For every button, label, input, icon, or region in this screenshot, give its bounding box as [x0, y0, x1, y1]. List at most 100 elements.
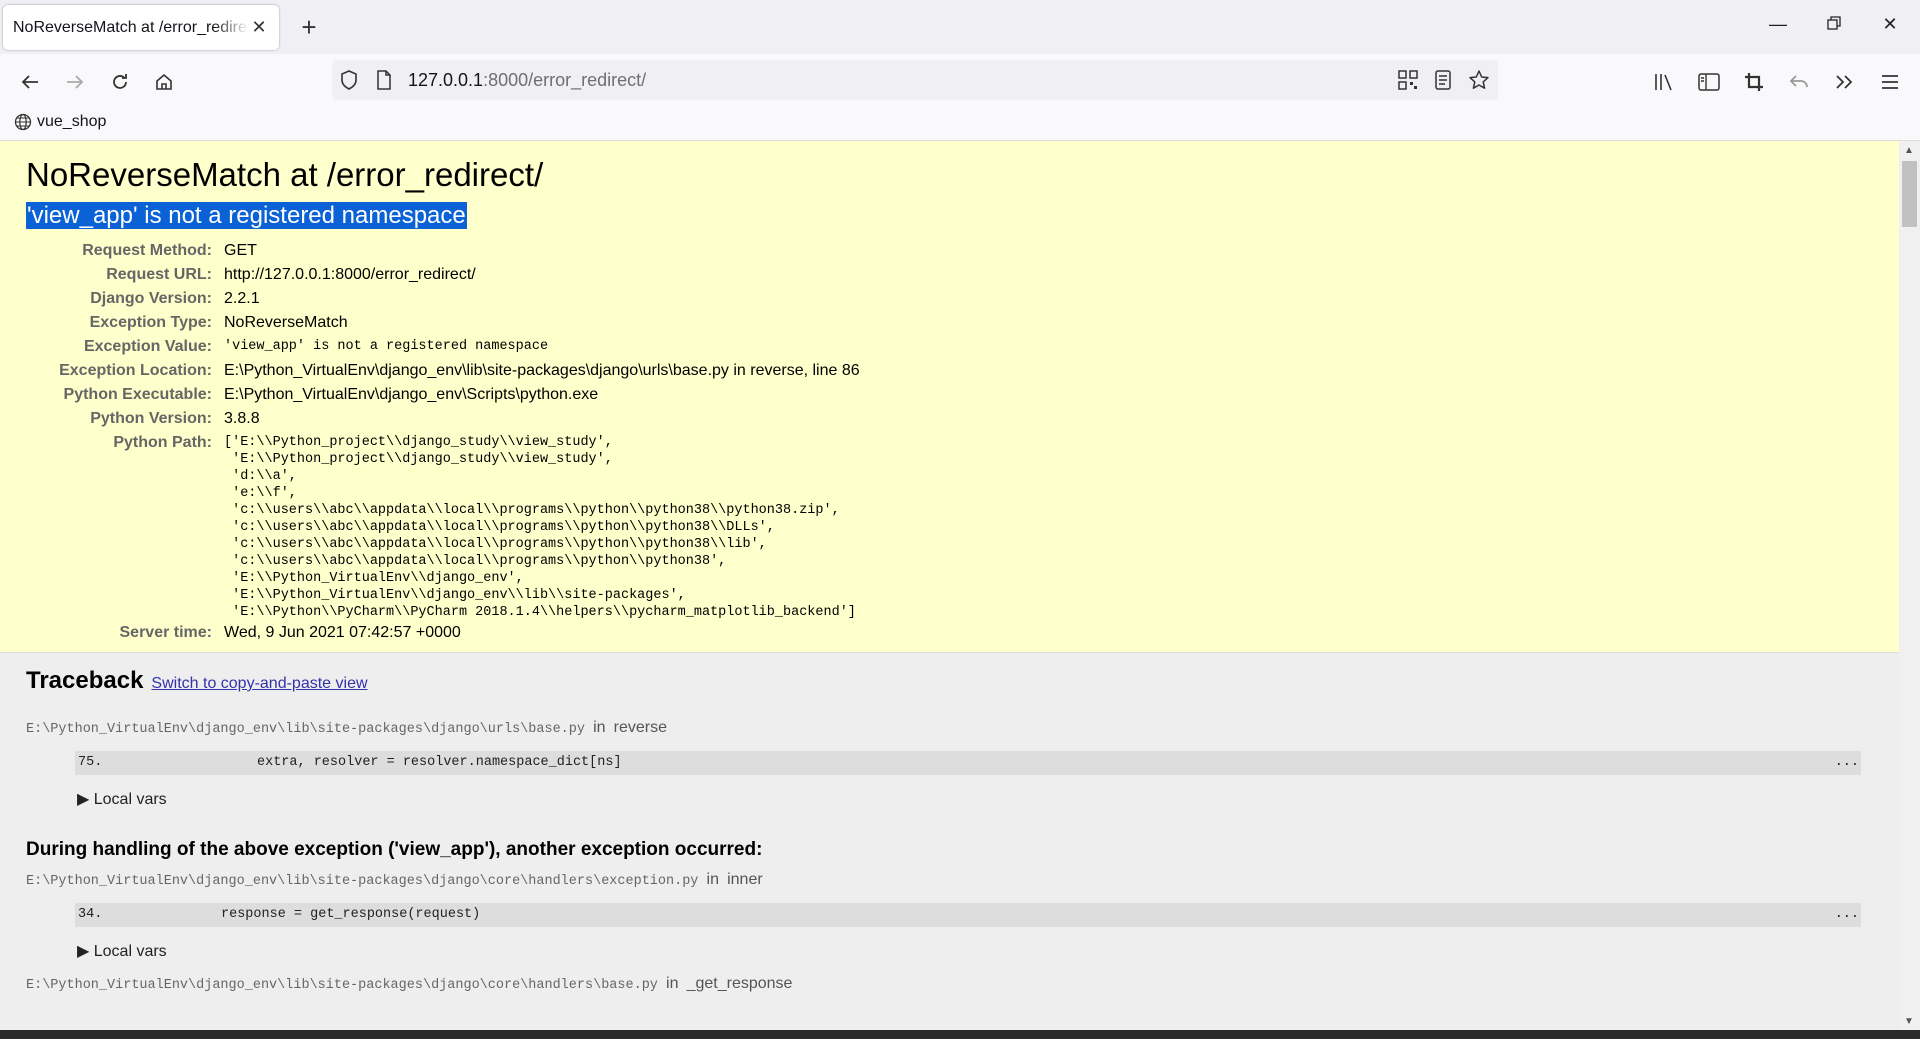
- meta-key: Python Version:: [90, 410, 212, 427]
- url-text[interactable]: 127.0.0.1:8000/error_redirect/: [408, 70, 646, 91]
- python-path-list: ['E:\\Python_project\\django_study\\view…: [224, 435, 856, 620]
- page-viewport: NoReverseMatch at /error_redirect/ 'view…: [0, 141, 1899, 1030]
- meta-key: Exception Value:: [83, 338, 212, 355]
- frame-location: E:\Python_VirtualEnv\django_env\lib\site…: [26, 719, 1873, 737]
- meta-key: Request Method:: [82, 242, 212, 259]
- meta-row-server-time: Server time: Wed, 9 Jun 2021 07:42:57 +00…: [26, 621, 1873, 645]
- copy-paste-view-link[interactable]: Switch to copy-and-paste view: [151, 675, 367, 693]
- meta-value: GET: [224, 242, 257, 259]
- frame-location: E:\Python_VirtualEnv\django_env\lib\site…: [26, 975, 1873, 993]
- meta-value: http://127.0.0.1:8000/error_redirect/: [224, 266, 476, 283]
- traceback-title: Traceback: [26, 667, 144, 694]
- meta-row-exception-value: Exception Value: 'view_app' is not a regi…: [26, 335, 1873, 359]
- meta-key: Python Executable:: [63, 386, 212, 403]
- library-icon[interactable]: [1650, 68, 1678, 96]
- meta-value: E:\Python_VirtualEnv\django_env\lib\site…: [224, 362, 860, 379]
- exception-message: 'view_app' is not a registered namespace: [26, 201, 1873, 231]
- meta-value: E:\Python_VirtualEnv\django_env\Scripts\…: [224, 386, 599, 403]
- undo-icon[interactable]: [1785, 68, 1813, 96]
- context-line[interactable]: 34. response = get_response(request)...: [75, 903, 1861, 927]
- os-taskbar: [0, 1030, 1920, 1039]
- address-bar[interactable]: 127.0.0.1:8000/error_redirect/: [332, 60, 1498, 100]
- minimize-icon[interactable]: —: [1762, 14, 1794, 40]
- frame-in: in: [593, 719, 606, 736]
- meta-value: 'view_app' is not a registered namespace: [224, 339, 549, 354]
- forward-icon[interactable]: [61, 68, 89, 96]
- globe-icon: [14, 113, 32, 131]
- scroll-down-icon[interactable]: ▼: [1904, 1016, 1914, 1027]
- meta-row-exception-type: Exception Type: NoReverseMatch: [26, 311, 1873, 335]
- close-tab-icon[interactable]: ✕: [249, 17, 269, 38]
- meta-key: Server time:: [119, 624, 213, 641]
- shield-icon[interactable]: [340, 70, 358, 95]
- screenshot-crop-icon[interactable]: [1740, 68, 1768, 96]
- code-text: extra, resolver = resolver.namespace_dic…: [257, 755, 622, 770]
- menu-hamburger-icon[interactable]: [1876, 68, 1904, 96]
- bookmarks-toolbar: vue_shop: [0, 108, 1920, 141]
- tab-strip: NoReverseMatch at /error_redirect/ ✕ + —…: [0, 0, 1920, 54]
- expand-context-dots[interactable]: ...: [1835, 751, 1859, 775]
- scroll-up-icon[interactable]: ▲: [1904, 145, 1914, 156]
- chained-exception-heading: During handling of the above exception (…: [26, 839, 763, 860]
- frame-function: reverse: [613, 719, 668, 736]
- meta-key: Exception Type:: [89, 314, 212, 331]
- frame-location: E:\Python_VirtualEnv\django_env\lib\site…: [26, 871, 1873, 889]
- navigation-toolbar: 127.0.0.1:8000/error_redirect/: [0, 54, 1920, 108]
- qr-code-icon[interactable]: [1398, 70, 1418, 95]
- page-title: NoReverseMatch at /error_redirect/: [26, 156, 544, 193]
- line-number: 75.: [78, 755, 103, 770]
- tab-title: NoReverseMatch at /error_redirect/: [13, 18, 249, 36]
- local-vars-toggle[interactable]: ▶ Local vars: [77, 789, 1873, 809]
- frame-file: E:\Python_VirtualEnv\django_env\lib\site…: [26, 722, 585, 737]
- meta-row-python-path: Python Path: ['E:\\Python_project\\django…: [26, 431, 1873, 621]
- expand-context-dots[interactable]: ...: [1835, 903, 1859, 927]
- frame-function: _get_response: [686, 975, 793, 992]
- code-text: response = get_response(request): [221, 907, 481, 922]
- vertical-scrollbar[interactable]: ▲ ▼: [1899, 141, 1920, 1030]
- error-summary: NoReverseMatch at /error_redirect/ 'view…: [0, 141, 1899, 653]
- selected-text: 'view_app' is not a registered namespace: [26, 202, 467, 229]
- active-tab[interactable]: NoReverseMatch at /error_redirect/ ✕: [3, 5, 279, 50]
- sidebar-icon[interactable]: [1695, 68, 1723, 96]
- meta-value: Wed, 9 Jun 2021 07:42:57 +0000: [224, 624, 461, 641]
- meta-value: 2.2.1: [224, 290, 260, 307]
- new-tab-icon[interactable]: +: [295, 12, 323, 43]
- meta-key: Request URL:: [106, 266, 212, 283]
- close-window-icon[interactable]: ✕: [1874, 14, 1906, 40]
- request-meta-table: Request Method: GET Request URL: http://12…: [26, 239, 1873, 645]
- url-host: 127.0.0.1: [408, 70, 484, 90]
- reload-icon[interactable]: [106, 68, 134, 96]
- reader-view-icon[interactable]: [1434, 70, 1452, 95]
- meta-row-django-version: Django Version: 2.2.1: [26, 287, 1873, 311]
- bookmark-star-icon[interactable]: [1468, 69, 1490, 96]
- meta-value: NoReverseMatch: [224, 314, 348, 331]
- meta-key: Exception Location:: [59, 362, 212, 379]
- url-path: :8000/error_redirect/: [483, 70, 647, 90]
- frame-in: in: [706, 871, 719, 888]
- restore-icon[interactable]: [1818, 14, 1850, 40]
- context-line[interactable]: 75. extra, resolver = resolver.namespace_…: [75, 751, 1861, 775]
- traceback-heading: Traceback Switch to copy-and-paste view: [26, 667, 1873, 695]
- local-vars-toggle[interactable]: ▶ Local vars: [77, 941, 1873, 961]
- home-icon[interactable]: [150, 68, 178, 96]
- bookmark-item[interactable]: vue_shop: [14, 113, 106, 131]
- meta-key: Python Path:: [113, 434, 212, 451]
- scrollbar-thumb[interactable]: [1902, 161, 1917, 227]
- meta-row-request-url: Request URL: http://127.0.0.1:8000/error_…: [26, 263, 1873, 287]
- frame-function: inner: [727, 871, 763, 888]
- traceback-section: Traceback Switch to copy-and-paste view E…: [0, 653, 1899, 993]
- bookmark-label: vue_shop: [37, 113, 107, 130]
- meta-row-request-method: Request Method: GET: [26, 239, 1873, 263]
- frame-in: in: [666, 975, 679, 992]
- frame-file: E:\Python_VirtualEnv\django_env\lib\site…: [26, 978, 658, 993]
- back-icon[interactable]: [16, 68, 44, 96]
- meta-row-python-executable: Python Executable: E:\Python_VirtualEnv\d…: [26, 383, 1873, 407]
- line-number: 34.: [78, 907, 103, 922]
- meta-value: 3.8.8: [224, 410, 260, 427]
- page-info-icon[interactable]: [376, 70, 392, 95]
- meta-row-exception-location: Exception Location: E:\Python_VirtualEnv\…: [26, 359, 1873, 383]
- overflow-chevrons-icon[interactable]: [1830, 68, 1858, 96]
- meta-key: Django Version:: [90, 290, 212, 307]
- meta-row-python-version: Python Version: 3.8.8: [26, 407, 1873, 431]
- frame-file: E:\Python_VirtualEnv\django_env\lib\site…: [26, 874, 699, 889]
